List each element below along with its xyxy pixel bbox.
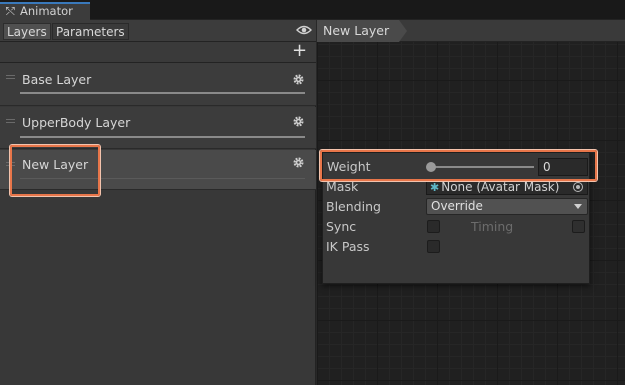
- animator-window-tab[interactable]: ⤲ Animator: [0, 2, 90, 21]
- window-tab-strip: ⤲ Animator: [0, 0, 625, 21]
- drag-handle-icon[interactable]: [6, 119, 15, 123]
- chevron-down-icon: [574, 204, 582, 209]
- drag-handle-icon[interactable]: [6, 75, 15, 79]
- blending-label: Blending: [326, 199, 381, 214]
- breadcrumb-arrow: [399, 20, 407, 42]
- object-picker-icon[interactable]: [573, 182, 583, 192]
- layer-item-base[interactable]: Base Layer: [0, 63, 316, 106]
- tab-parameters[interactable]: Parameters: [52, 23, 129, 40]
- ikpass-checkbox[interactable]: [427, 240, 440, 253]
- gear-icon[interactable]: [292, 73, 305, 86]
- mask-label: Mask: [326, 179, 359, 194]
- mask-field[interactable]: ✱ None (Avatar Mask): [426, 179, 588, 195]
- layer-weight-bar: [20, 92, 305, 94]
- add-layer-button[interactable]: +: [292, 42, 307, 60]
- ikpass-label: IK Pass: [326, 239, 370, 254]
- highlight-weight-row: [320, 150, 597, 181]
- layer-name: Base Layer: [22, 72, 92, 87]
- layer-weight-bar: [20, 136, 305, 138]
- layer-item-upperbody[interactable]: UpperBody Layer: [0, 107, 316, 149]
- add-layer-row: +: [0, 42, 316, 63]
- sync-checkbox[interactable]: [427, 220, 440, 233]
- gear-icon[interactable]: [292, 156, 305, 169]
- timing-label: Timing: [471, 219, 514, 234]
- highlight-new-layer: [10, 145, 100, 196]
- breadcrumb-bar: New Layer: [317, 20, 625, 42]
- gear-icon[interactable]: [292, 115, 305, 128]
- sync-label: Sync: [326, 219, 357, 234]
- animator-tab-label: Animator: [20, 4, 73, 18]
- tab-layers[interactable]: Layers: [3, 23, 51, 40]
- layer-name: UpperBody Layer: [22, 115, 131, 130]
- blending-dropdown[interactable]: Override: [426, 198, 588, 215]
- layers-toolbar: Layers Parameters: [0, 20, 316, 42]
- blending-value: Override: [431, 199, 483, 213]
- layers-panel: Layers Parameters + Base Layer UpperBody…: [0, 20, 316, 385]
- breadcrumb-new-layer[interactable]: New Layer: [317, 20, 399, 42]
- timing-checkbox[interactable]: [572, 220, 585, 233]
- eye-icon[interactable]: [296, 23, 312, 37]
- animator-icon: ⤲: [6, 5, 15, 18]
- mask-value: None (Avatar Mask): [441, 180, 560, 194]
- avatar-mask-icon: ✱: [430, 181, 440, 194]
